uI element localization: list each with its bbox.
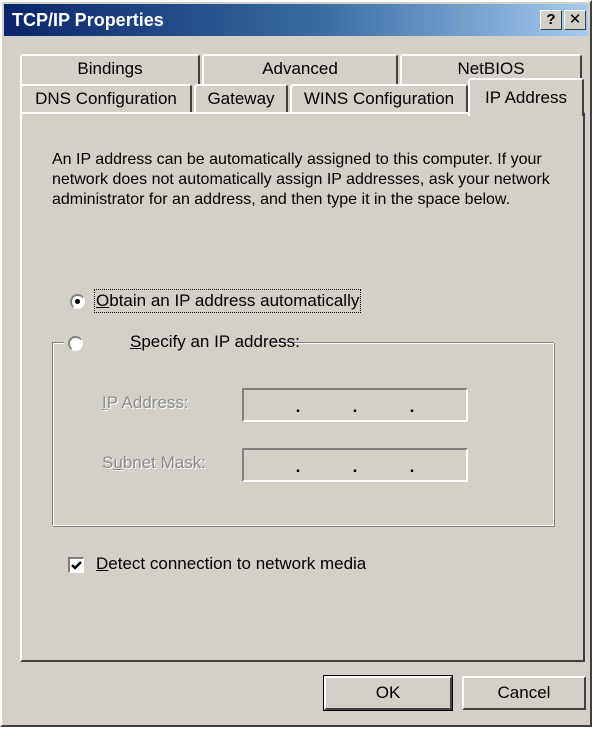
checkmark-icon [71,561,82,570]
tab-wins-configuration[interactable]: WINS Configuration [290,84,468,114]
specify-ip-label[interactable]: Specify an IP address: [130,332,300,352]
ip-octet-1[interactable] [244,390,295,420]
tab-ip-address[interactable]: IP Address [468,78,584,116]
description-text: An IP address can be automatically assig… [52,151,550,208]
mask-octet-4[interactable] [415,450,466,480]
subnet-mask-field[interactable]: . . . [242,448,468,482]
ip-address-label: IP Address: [102,393,189,412]
radio-selected-dot [75,299,80,304]
mask-octet-3[interactable] [358,450,409,480]
title-bar[interactable]: TCP/IP Properties ? ✕ [4,4,588,36]
mask-octet-2[interactable] [301,450,352,480]
detect-media-checkbox[interactable] [68,557,84,573]
tcpip-properties-dialog: TCP/IP Properties ? ✕ Bindings Advanced … [0,0,592,727]
tab-advanced[interactable]: Advanced [202,54,398,86]
mask-octet-1[interactable] [244,450,295,480]
ip-octet-2[interactable] [301,390,352,420]
ok-button[interactable]: OK [323,675,453,711]
specify-ip-groupbox [52,342,554,526]
obtain-auto-radio[interactable] [70,294,85,309]
tab-dns-configuration[interactable]: DNS Configuration [20,84,192,114]
subnet-mask-label: Subnet Mask: [102,453,206,472]
ip-octet-3[interactable] [358,390,409,420]
ip-octet-4[interactable] [415,390,466,420]
cancel-button[interactable]: Cancel [462,676,586,710]
close-icon: ✕ [568,11,582,28]
tab-bindings[interactable]: Bindings [20,54,200,86]
obtain-auto-label[interactable]: Obtain an IP address automatically [93,289,362,313]
tab-gateway[interactable]: Gateway [194,84,288,114]
ip-address-field[interactable]: . . . [242,388,468,422]
help-button[interactable]: ? [540,10,562,30]
close-button[interactable]: ✕ [564,10,586,30]
question-icon: ? [546,11,556,28]
specify-ip-radio[interactable] [68,336,83,351]
ip-address-page: An IP address can be automatically assig… [20,112,585,662]
specify-ip-legend: Specify an IP address: [64,332,300,354]
window-title: TCP/IP Properties [12,10,164,30]
detect-media-label[interactable]: Detect connection to network media [96,554,366,574]
